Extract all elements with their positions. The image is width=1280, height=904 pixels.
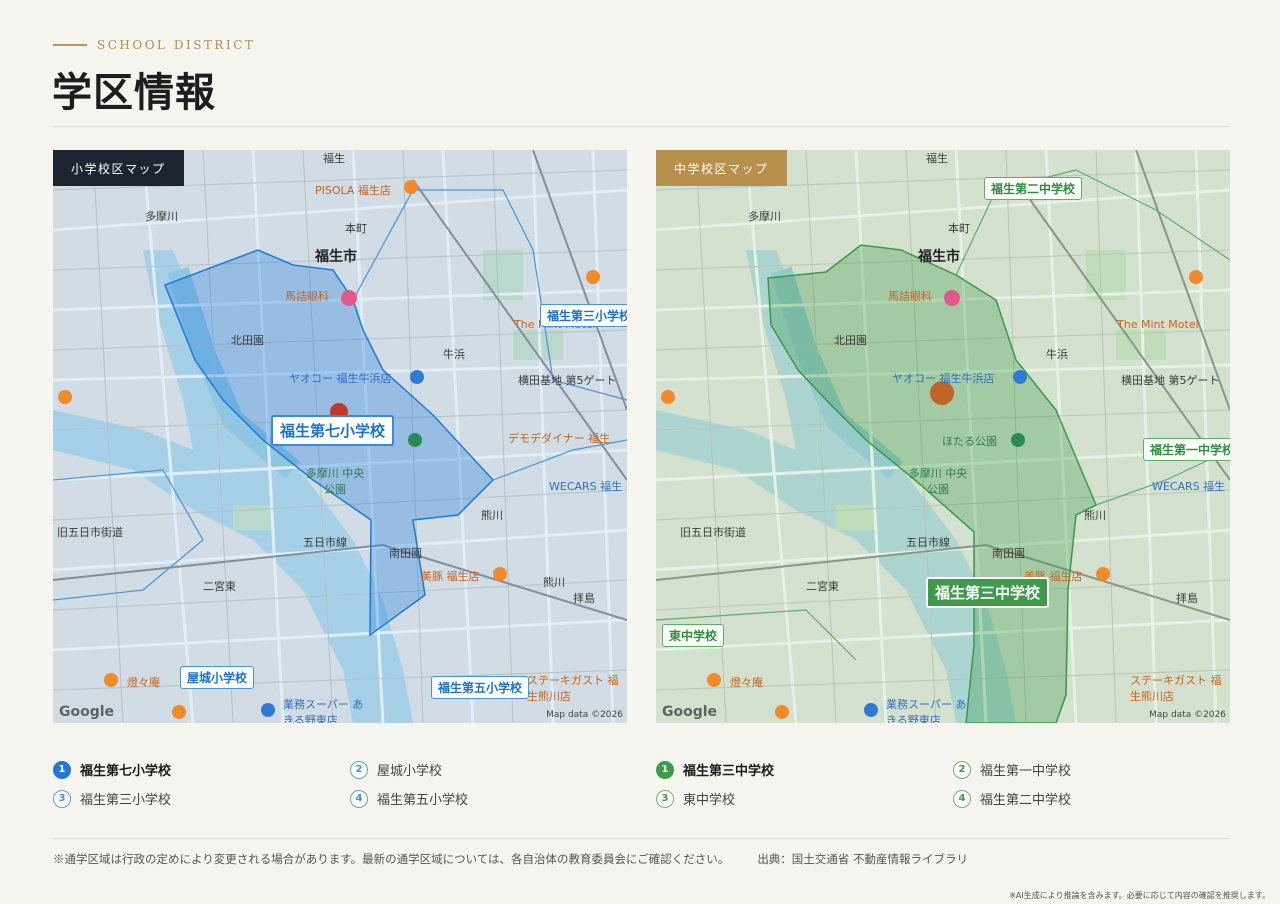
poi-itsukaichi: 五日市線 bbox=[303, 536, 347, 549]
legend-item[interactable]: 4 福生第二中学校 bbox=[953, 789, 1071, 808]
section-eyebrow: SCHOOL DISTRICT bbox=[53, 38, 255, 52]
poi-kumagawa-j: 熊川 bbox=[1084, 509, 1106, 522]
poi-mint-j: The Mint Motel bbox=[1117, 318, 1199, 331]
poi-kitadenen-j: 北田園 bbox=[834, 334, 867, 347]
junior-legend: 1 福生第三中学校 2 福生第一中学校 3 東中学校 4 福生第二中学校 bbox=[656, 760, 1256, 820]
poi-haijima-j: 拝島 bbox=[1176, 592, 1198, 605]
ai-disclaimer: ※AI生成により推論を含みます。必要に応じて内容の確認を推奨します。 bbox=[1009, 891, 1270, 900]
poi-minamidenen-j: 南田園 bbox=[992, 547, 1025, 560]
map-tag-junior: 中学校区マップ bbox=[656, 150, 787, 186]
label-fussa-3-elementary[interactable]: 福生第三小学校 bbox=[540, 304, 627, 327]
elementary-legend: 1 福生第七小学校 2 屋城小学校 3 福生第三小学校 4 福生第五小学校 bbox=[53, 760, 653, 820]
legend-number: 3 bbox=[53, 789, 71, 808]
source-text: 出典：国土交通省 不動産情報ライブラリ bbox=[757, 852, 968, 866]
google-logo-j: Google bbox=[662, 704, 718, 720]
divider-top bbox=[53, 126, 1230, 127]
poi-haijima: 拝島 bbox=[573, 592, 595, 605]
legend-label: 福生第三中学校 bbox=[683, 764, 775, 779]
eyebrow-line bbox=[53, 44, 87, 46]
poi-tamagawa: 多摩川 bbox=[145, 210, 178, 223]
legend-number: 3 bbox=[656, 789, 674, 808]
poi-pisola: PISOLA 福生店 bbox=[315, 184, 391, 197]
legend-number: 1 bbox=[53, 760, 71, 779]
legend-label: 福生第二中学校 bbox=[980, 793, 1072, 808]
poi-steak-j: ステーキガスト 福生熊川店 bbox=[1130, 674, 1222, 703]
poi-yaoko-j: ヤオコー 福生牛浜店 bbox=[892, 372, 995, 385]
label-fussa-1-junior[interactable]: 福生第一中学校 bbox=[1143, 438, 1230, 461]
legend-number: 2 bbox=[350, 760, 368, 779]
poi-wecars: WECARS 福生 bbox=[549, 480, 623, 493]
poi-fussa-j: 福生 bbox=[926, 152, 948, 165]
poi-ninomiya: 二宮東 bbox=[203, 580, 236, 593]
legend-number: 4 bbox=[953, 789, 971, 808]
poi-fussa-city: 福生市 bbox=[315, 249, 357, 265]
poi-yokota: 横田基地 第5ゲート bbox=[518, 374, 617, 387]
legend-item[interactable]: 1 福生第七小学校 bbox=[53, 760, 171, 779]
poi-gyomu-j: 業務スーパー あきる野東店 bbox=[886, 698, 967, 723]
poi-ninomiya-j: 二宮東 bbox=[806, 580, 839, 593]
poi-yaoko: ヤオコー 福生牛浜店 bbox=[289, 372, 392, 385]
label-yashiro-elementary[interactable]: 屋城小学校 bbox=[180, 666, 255, 689]
legend-item[interactable]: 2 福生第一中学校 bbox=[953, 760, 1071, 779]
legend-item[interactable]: 1 福生第三中学校 bbox=[656, 760, 774, 779]
label-fussa-7-elementary[interactable]: 福生第七小学校 bbox=[271, 415, 395, 446]
poi-toudan-j: 燈々庵 bbox=[730, 676, 763, 689]
legend-item[interactable]: 4 福生第五小学校 bbox=[350, 789, 468, 808]
poi-kumagawa-2: 熊川 bbox=[543, 576, 565, 589]
map-attribution: Map data ©2026 bbox=[546, 710, 623, 720]
legend-label: 屋城小学校 bbox=[377, 764, 443, 779]
divider-bottom bbox=[53, 838, 1230, 839]
poi-yokota-j: 横田基地 第5ゲート bbox=[1121, 374, 1220, 387]
poi-minamidenen: 南田園 bbox=[389, 547, 422, 560]
label-higashi-junior[interactable]: 東中学校 bbox=[662, 624, 725, 647]
poi-fussa-city-j: 福生市 bbox=[918, 249, 960, 265]
poi-itsukaichi-old: 旧五日市街道 bbox=[57, 526, 123, 539]
footer-note: ※通学区域は行政の定めにより変更される場合があります。最新の通学区域については、… bbox=[53, 851, 968, 867]
legend-label: 東中学校 bbox=[683, 793, 736, 808]
poi-itsukaichi-j: 五日市線 bbox=[906, 536, 950, 549]
poi-wecars-j: WECARS 福生 bbox=[1152, 480, 1226, 493]
poi-tama-park: 多摩川 中央公園 bbox=[305, 467, 365, 496]
poi-itsukaichi-old-j: 旧五日市街道 bbox=[680, 526, 746, 539]
legend-item[interactable]: 2 屋城小学校 bbox=[350, 760, 442, 779]
poi-steak: ステーキガスト 福生熊川店 bbox=[527, 674, 619, 703]
legend-item[interactable]: 3 福生第三小学校 bbox=[53, 789, 171, 808]
junior-high-school-map[interactable]: 中学校区マップ 福生 本町 福生市 多摩川 馬詰眼科 北田園 ヤオコー 福生牛浜… bbox=[656, 150, 1230, 723]
legend-label: 福生第七小学校 bbox=[80, 764, 172, 779]
poi-ushihama: 牛浜 bbox=[443, 348, 465, 361]
poi-tama-park-j: 多摩川 中央公園 bbox=[908, 467, 968, 496]
note-text: ※通学区域は行政の定めにより変更される場合があります。最新の通学区域については、… bbox=[53, 852, 730, 866]
poi-honcho-j: 本町 bbox=[948, 222, 970, 235]
poi-bibuta: 美豚 福生店 bbox=[421, 570, 480, 583]
poi-ushihama-j: 牛浜 bbox=[1046, 348, 1068, 361]
poi-toudan: 燈々庵 bbox=[127, 676, 160, 689]
label-fussa-5-elementary[interactable]: 福生第五小学校 bbox=[431, 676, 530, 699]
page-title: 学区情報 bbox=[52, 69, 216, 116]
poi-honcho: 本町 bbox=[345, 222, 367, 235]
elementary-school-map[interactable]: 小学校区マップ 福生 PISOLA 福生店 本町 福生市 多摩川 馬詰眼科 北田… bbox=[53, 150, 627, 723]
google-logo: Google bbox=[59, 704, 115, 720]
poi-kitadenen: 北田園 bbox=[231, 334, 264, 347]
poi-baba: 馬詰眼科 bbox=[285, 290, 329, 303]
legend-number: 1 bbox=[656, 760, 674, 779]
label-fussa-2-junior[interactable]: 福生第二中学校 bbox=[984, 177, 1083, 200]
legend-number: 4 bbox=[350, 789, 368, 808]
legend-label: 福生第三小学校 bbox=[80, 793, 172, 808]
poi-fussa: 福生 bbox=[323, 152, 345, 165]
legend-item[interactable]: 3 東中学校 bbox=[656, 789, 735, 808]
map-attribution-j: Map data ©2026 bbox=[1149, 710, 1226, 720]
poi-baba-j: 馬詰眼科 bbox=[888, 290, 932, 303]
eyebrow-text: SCHOOL DISTRICT bbox=[97, 38, 256, 52]
legend-label: 福生第五小学校 bbox=[377, 793, 469, 808]
legend-label: 福生第一中学校 bbox=[980, 764, 1072, 779]
poi-hotaru-j: ほたる公園 bbox=[942, 435, 997, 448]
poi-tamagawa-j: 多摩川 bbox=[748, 210, 781, 223]
label-fussa-3-junior[interactable]: 福生第三中学校 bbox=[926, 577, 1050, 608]
poi-kumagawa: 熊川 bbox=[481, 509, 503, 522]
legend-number: 2 bbox=[953, 760, 971, 779]
poi-gyomu: 業務スーパー あきる野東店 bbox=[283, 698, 364, 723]
map-tag-elementary: 小学校区マップ bbox=[53, 150, 184, 186]
poi-denny: デモデダイナー 福生 bbox=[508, 432, 611, 445]
